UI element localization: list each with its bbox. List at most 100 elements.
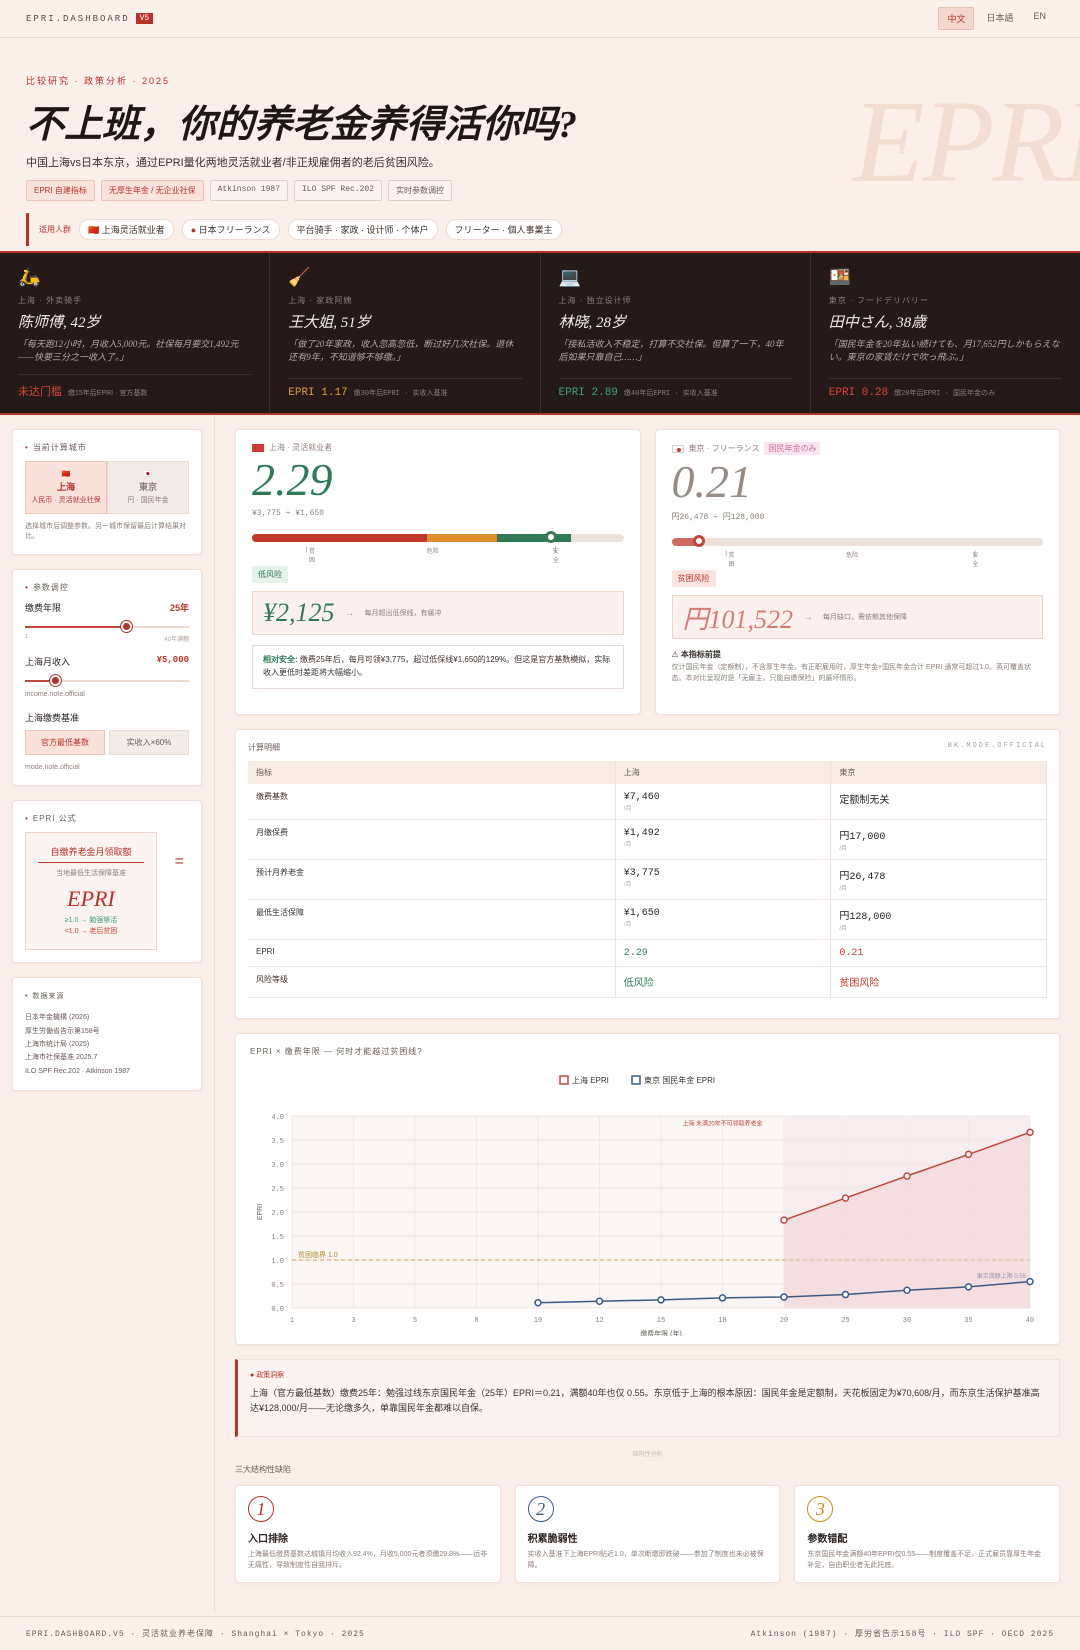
explanation-lead: 相对安全: <box>263 655 298 664</box>
bento-icon: 🍱 <box>828 267 852 287</box>
y-tick-label: 0.5 <box>271 1282 284 1290</box>
china-flag-icon: 🇨🇳 <box>88 225 102 235</box>
legend-swatch <box>559 1075 569 1085</box>
x-tick-label: 35 <box>964 1317 972 1325</box>
arrow-right-icon: → <box>344 607 355 619</box>
persona-score: EPRI 1.17 <box>288 387 348 399</box>
table-row: 预计月养老金 ¥3,775/月 円26,478/月 <box>248 859 1047 900</box>
arrow-right-icon: → <box>803 611 814 623</box>
persona-footer: 未达门槛 缴15年后EPRI · 官方基数 <box>18 374 252 399</box>
city-note: 选择城市后调整参数。另一城市保留最后计算结果对比。 <box>25 523 186 540</box>
years-ticks: 1 40年满额 <box>25 634 189 643</box>
lang-ja[interactable]: 日本語 <box>978 7 1021 30</box>
years-max: 40年满额 <box>164 636 189 643</box>
surplus-box: ¥2,125 → 每月超出低保线，有缓冲 <box>252 591 624 635</box>
gauge-labels: ❘ 贫困 危险 安全 ❘ <box>252 546 624 564</box>
x-tick-label: 30 <box>903 1317 911 1325</box>
tokyo-epri-value: 0.21 <box>671 456 753 507</box>
gauge-label-poor: ❘ 贫困 <box>304 547 316 564</box>
x-tick-label: 12 <box>595 1317 603 1325</box>
hero: EPRI 比较研究 · 政策分析 · 2025 不上班，你的养老金养得活你吗? … <box>0 38 1080 251</box>
cell-value: ¥3,775 <box>623 868 660 879</box>
policy-insight: ● 政策洞察 上海（官方最低基数）缴费25年：勉强过线东京国民年金（25年）EP… <box>235 1359 1060 1437</box>
cell-unit: /月 <box>839 886 848 892</box>
city-option-tokyo[interactable]: 🇯🇵 東京 円 · 国民年金 <box>107 461 189 514</box>
source-item: 上海市社保基准 2025.7 <box>25 1054 98 1062</box>
data-point <box>841 1290 850 1299</box>
y-tick-label: 2.0 <box>271 1210 284 1218</box>
precondition-text: 仅计国民年金（定额制），不含厚生年金。有正职雇用时，厚生年金+国民年金合计 EP… <box>671 663 1032 682</box>
page-subtitle: 中国上海vs日本东京，通过EPRI量化两地灵活就业者/非正规雇佣者的老后贫困风险… <box>26 157 440 169</box>
base-official-button[interactable]: 官方最低基数 <box>25 730 105 756</box>
footer: EPRI.DASHBOARD.V5 · 灵活就业养老保障 · Shanghai … <box>0 1616 1080 1650</box>
row-label: 缴费基数 <box>248 784 616 820</box>
income-slider[interactable] <box>25 674 189 688</box>
base-row: 上海缴费基准 <box>25 711 189 724</box>
explanation: 相对安全: 缴费25年后，每月可领¥3,775，超过低保线¥1,650的129%… <box>252 645 624 689</box>
param-card: 参数调控 缴费年限 25年 1 40年满额 上海月收入 ¥5,000 income.n… <box>12 568 202 787</box>
base-actual-button[interactable]: 实收入×60% <box>109 730 189 756</box>
tokyo-cell: 円17,000/月 <box>830 819 1047 860</box>
data-point <box>595 1297 604 1306</box>
main-content: 上海 · 灵活就业者 2.29 ¥3,775 ÷ ¥1,650 ❘ 贫困 危险 … <box>215 415 1080 1612</box>
item-text: 上海最低缴费基数达城镇月均收入92.4%，月收5,000元者须缴29.8%——远… <box>248 1551 488 1570</box>
row-label: EPRI <box>248 939 616 967</box>
cell-unit: /月 <box>839 846 848 852</box>
persona-card: 💻 上海 · 独立设计师 林晓, 28岁 「接私活收入不稳定，打算不交社保。但算… <box>541 253 811 413</box>
item-text: 实收入基准下上海EPRI贴近1.0，单次断缴即跌破——参加了制度也未必被保障。 <box>527 1551 764 1570</box>
tokyo-cell: 定额制无关 <box>830 784 1047 820</box>
lang-zh[interactable]: 中文 <box>938 7 975 30</box>
formula-box: 自缴养老金月领取额 当地最低生活保障基准 EPRI ≥1.0 → 勉强够活 <1… <box>25 832 184 951</box>
gauge-labels: ❘ 贫困 危险 安全 ❘ <box>672 550 1044 568</box>
gauge-label-danger: 危险 <box>846 553 859 559</box>
x-tick-label: 10 <box>534 1317 542 1325</box>
sidebar: 当前计算城市 🇨🇳 上海 人民币 · 灵活就业社保 🇯🇵 東京 円 · 国民年金… <box>0 415 215 1612</box>
persona-name: 林晓, 28岁 <box>558 315 627 331</box>
x-tick-label: 25 <box>841 1317 849 1325</box>
cell-unit: /月 <box>623 806 632 812</box>
data-point <box>1026 1128 1034 1137</box>
row-label: 风险等级 <box>248 966 616 998</box>
china-flag-icon: 🇨🇳 <box>61 471 71 478</box>
y-tick-label: 3.5 <box>271 1138 284 1146</box>
brand[interactable]: EPRI.DASHBOARD V5 <box>26 13 154 24</box>
data-point <box>964 1150 973 1159</box>
japan-flag-icon: ● <box>190 225 199 235</box>
param-title: 参数调控 <box>25 582 189 593</box>
persona-card: 🍱 東京 · フードデリバリー 田中さん, 38歳 「国民年金を20年払い続けて… <box>811 253 1080 413</box>
footer-right: Atkinson (1987) · 厚労省告示158号 · ILO SPF · … <box>750 1630 1054 1639</box>
cell-value: 円128,000 <box>839 912 892 923</box>
card-header-label: 上海 · 灵活就业者 <box>269 443 333 452</box>
cell-unit: /月 <box>623 882 632 888</box>
table-row: 缴费基数 ¥7,460/月 定额制无关 <box>248 784 1047 820</box>
structural-item: 1 入口排除 上海最低缴费基数达城镇月均收入92.4%，月收5,000元者须缴2… <box>235 1485 501 1583</box>
shanghai-cell: ¥3,775/月 <box>615 859 832 900</box>
chart-title: EPRI × 缴费年限 — 何时才能越过贫困线? <box>250 1047 423 1056</box>
laptop-icon: 💻 <box>558 267 581 287</box>
data-point <box>657 1296 665 1304</box>
risk-badge: 贫困风险 <box>671 570 716 587</box>
gauge-label-text: 贫困 <box>309 549 316 564</box>
city-sub: 人民币 · 灵活就业社保 <box>31 497 101 504</box>
persona-note: 缴15年后EPRI · 官方基数 <box>68 390 148 397</box>
slider-handle[interactable] <box>49 674 61 686</box>
data-point <box>780 1216 788 1224</box>
city-selector-card: 当前计算城市 🇨🇳 上海 人民币 · 灵活就业社保 🇯🇵 東京 円 · 国民年金… <box>12 429 202 555</box>
hero-kicker: 比较研究 · 政策分析 · 2025 <box>26 76 171 86</box>
shanghai-result-card: 上海 · 灵活就业者 2.29 ¥3,775 ÷ ¥1,650 ❘ 贫困 危险 … <box>235 429 641 715</box>
y-tick-label: 0.0 <box>271 1306 284 1314</box>
years-slider[interactable] <box>25 620 189 634</box>
persona-quote: 「每天跑12小时，月收入5,000元。社保每月要交1,492元——快要三分之一收… <box>18 339 239 363</box>
years-label: 缴费年限 <box>25 602 62 613</box>
card-header: 東京 · フリーランス 国民年金のみ <box>671 442 1044 455</box>
table-mode: BK.MODE.OFFICIAL <box>947 742 1047 750</box>
lang-en[interactable]: EN <box>1025 7 1054 30</box>
version-badge: V5 <box>135 13 154 24</box>
applies-label: 适用人群 <box>39 225 71 234</box>
cell-value: 0.21 <box>839 948 864 959</box>
gauge-label-poor: ❘ 贫困 <box>723 551 735 568</box>
city-option-shanghai[interactable]: 🇨🇳 上海 人民币 · 灵活就业社保 <box>25 461 107 514</box>
persona-quote: 「接私活收入不稳定，打算不交社保。但算了一下，40年后如果只靠自己……」 <box>558 339 784 363</box>
shanghai-cell: ¥1,650/月 <box>615 899 832 940</box>
slider-handle[interactable] <box>120 620 132 632</box>
